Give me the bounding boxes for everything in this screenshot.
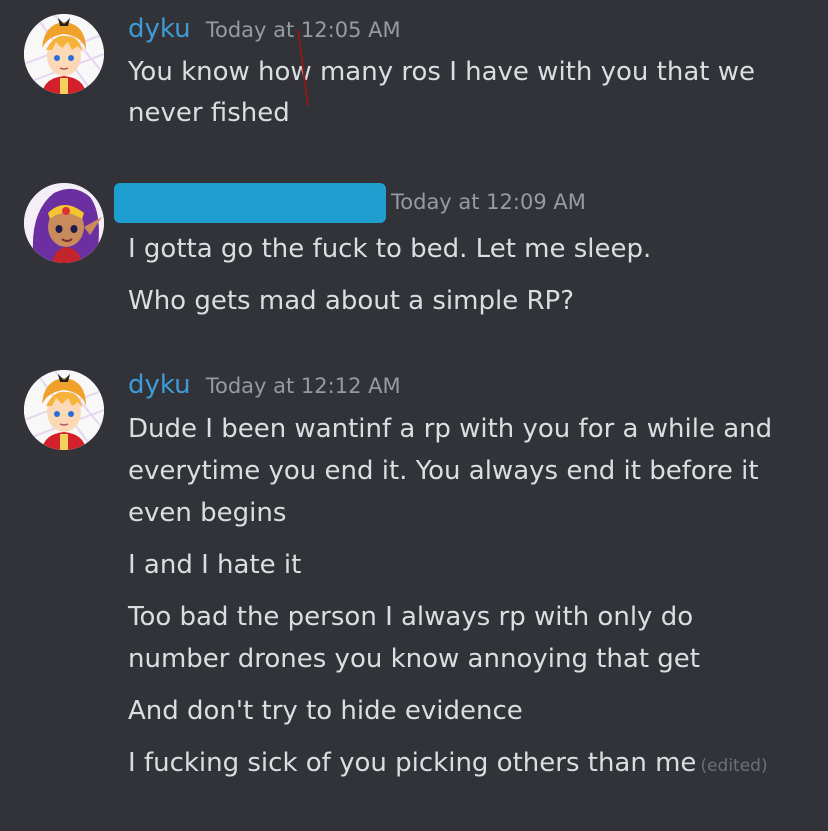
message-line: I and I hate it <box>128 550 302 580</box>
user-avatar-dyku[interactable] <box>24 14 104 94</box>
message-line: even begins <box>128 498 287 528</box>
message-line-edited: I fucking sick of you picking others tha… <box>128 742 818 787</box>
username[interactable]: dyku <box>128 14 191 44</box>
red-scribble-mark <box>297 29 309 107</box>
purple-hair-genie-avatar-icon <box>24 183 104 263</box>
redacted-username <box>114 183 386 223</box>
message-line: I gotta go the fuck to bed. Let me sleep… <box>128 234 652 264</box>
timestamp: Today at 12:09 AM <box>391 190 586 214</box>
message-header: dyku Today at 12:05 AM <box>128 14 401 44</box>
message-text: I fucking sick of you picking others tha… <box>128 748 697 778</box>
message-header: dyku Today at 12:12 AM <box>128 370 401 400</box>
message-line: never fished <box>128 98 290 128</box>
user-avatar-dyku[interactable] <box>24 370 104 450</box>
message-line: Too bad the person I always rp with only… <box>128 602 694 632</box>
edited-label: (edited) <box>700 756 768 776</box>
username[interactable]: dyku <box>128 370 191 400</box>
message-line: Dude I been wantinf a rp with you for a … <box>128 414 773 444</box>
message-line: Who gets mad about a simple RP? <box>128 286 574 316</box>
timestamp: Today at 12:12 AM <box>205 374 401 398</box>
message-header: Today at 12:09 AM <box>391 186 586 216</box>
message-line: everytime you end it. You always end it … <box>128 456 759 486</box>
message-line: And don't try to hide evidence <box>128 696 523 726</box>
message-line: number drones you know annoying that get <box>128 644 700 674</box>
message-line: You know how many ros I have with you th… <box>128 57 755 87</box>
anime-boy-avatar-icon <box>24 370 104 450</box>
anime-boy-avatar-icon <box>24 14 104 94</box>
user-avatar-redacted[interactable] <box>24 183 104 263</box>
